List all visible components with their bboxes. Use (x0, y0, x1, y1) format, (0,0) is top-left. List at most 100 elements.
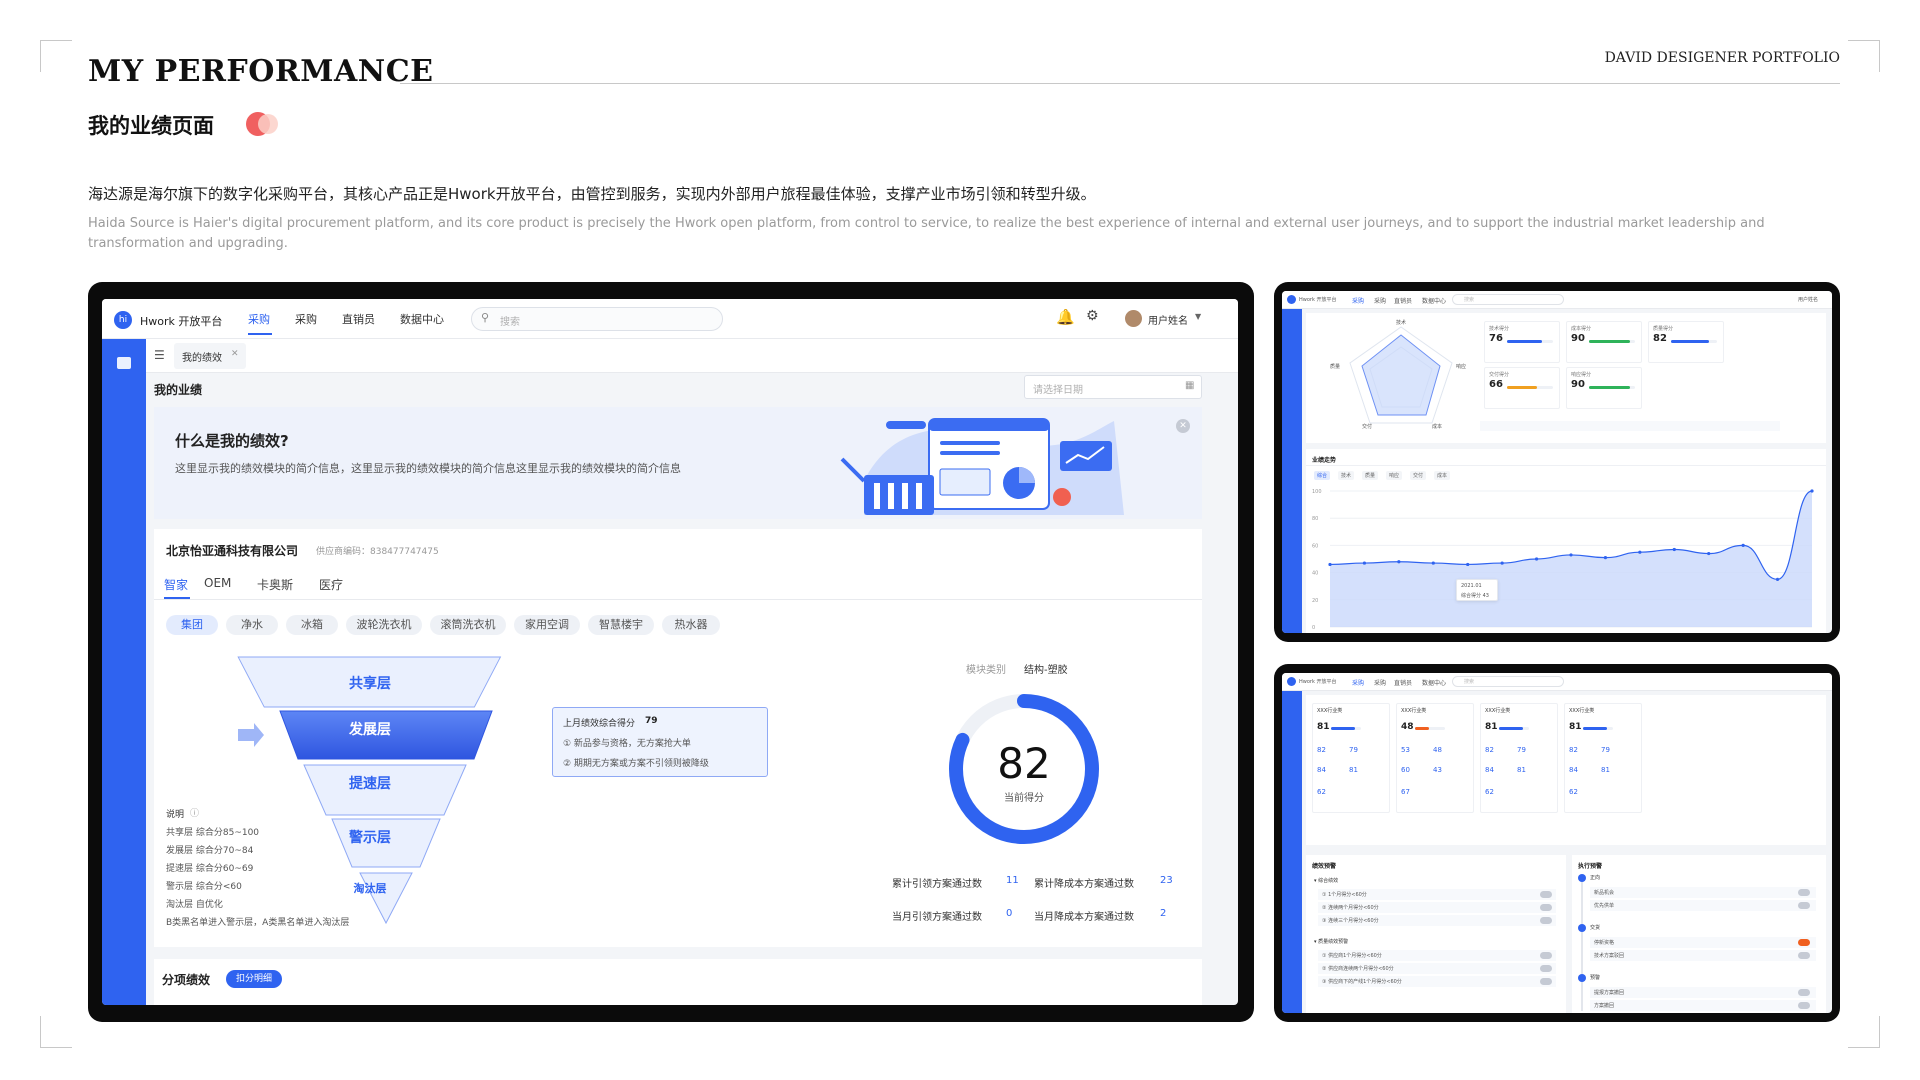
user-name[interactable]: 用户姓名 (1148, 312, 1188, 327)
row-toggle[interactable] (1540, 891, 1552, 898)
stat-value[interactable]: 2 (1160, 908, 1166, 919)
score-card-label: 交付得分 (1489, 372, 1510, 378)
biz-tab-cosmoplat[interactable]: 卡奥斯 (257, 576, 293, 593)
industry-card-title: XXX行业类 (1485, 708, 1511, 714)
trend-tab[interactable]: 成本 (1434, 471, 1451, 480)
trend-point[interactable] (1638, 550, 1642, 554)
search-input[interactable]: ⚲ 搜索 (471, 307, 723, 331)
close-icon[interactable]: ✕ (231, 349, 239, 359)
trend-tab[interactable]: 综合 (1314, 471, 1331, 480)
biz-tab-oem[interactable]: OEM (204, 576, 231, 590)
score-fill (1589, 386, 1631, 389)
chevron-down-icon[interactable]: ▼ (1195, 312, 1201, 321)
trend-point[interactable] (1362, 561, 1367, 565)
row-toggle[interactable] (1798, 1002, 1810, 1009)
industry-card[interactable]: XXX行业类 81 82 79 84 81 62 (1564, 703, 1642, 813)
trend-point[interactable] (1500, 561, 1504, 565)
trend-point[interactable] (1466, 562, 1470, 567)
industry-card[interactable]: XXX行业类 81 82 79 84 81 62 (1480, 703, 1558, 813)
chip-ac[interactable]: 家用空调 (514, 615, 580, 635)
chip-group[interactable]: 集团 (166, 615, 218, 635)
sidebar-doc-icon[interactable] (117, 357, 131, 369)
close-banner-icon[interactable]: ✕ (1176, 419, 1190, 433)
industry-sub-value: 62 (1485, 788, 1494, 796)
trend-point[interactable] (1431, 561, 1435, 565)
nav-item[interactable]: 采购 (1352, 296, 1364, 305)
warning-row-label: ③ 供应商下的产线1个月得分<60分 (1322, 979, 1402, 985)
nav-item[interactable]: 采购 (1352, 678, 1364, 687)
avatar[interactable] (1125, 310, 1142, 327)
industry-card[interactable]: XXX行业类 81 82 79 84 81 62 (1312, 703, 1390, 813)
trend-tab[interactable]: 交付 (1410, 471, 1427, 480)
tooltip-title: 上月绩效综合得分 (563, 719, 636, 729)
trend-point[interactable] (1569, 553, 1573, 557)
row-toggle[interactable] (1798, 889, 1810, 896)
warning-row: ① 供应商1个月得分<60分 (1318, 950, 1556, 961)
trend-point[interactable] (1397, 560, 1401, 564)
chip-water[interactable]: 净水 (226, 615, 278, 635)
industry-sub-value: 79 (1517, 746, 1526, 754)
industry-card[interactable]: XXX行业类 48 53 48 60 43 67 (1396, 703, 1474, 813)
user-name[interactable]: 用户姓名 (1798, 296, 1818, 303)
nav-item[interactable]: 直销员 (1394, 678, 1412, 687)
trend-point[interactable] (1672, 547, 1676, 552)
trend-point[interactable] (1603, 556, 1608, 560)
trend-point[interactable] (1810, 489, 1814, 493)
industry-sub-value: 48 (1433, 746, 1442, 754)
trend-point[interactable] (1707, 551, 1711, 556)
legend-line: B类黑名单进入警示层，A类黑名单进入淘汰层 (166, 918, 350, 928)
row-toggle[interactable] (1540, 965, 1552, 972)
nav-item[interactable]: 采购 (1374, 296, 1386, 305)
trend-point[interactable] (1741, 543, 1745, 547)
row-toggle[interactable] (1798, 989, 1810, 996)
nav-item[interactable]: 数据中心 (1422, 678, 1446, 687)
tab-my-performance[interactable]: 我的绩效 ✕ (174, 343, 246, 369)
chip-building[interactable]: 智慧楼宇 (588, 615, 654, 635)
list-menu-icon[interactable]: ☰ (154, 348, 165, 362)
chip-fridge[interactable]: 冰箱 (286, 615, 338, 635)
chip-heater[interactable]: 热水器 (662, 615, 720, 635)
chip-washer[interactable]: 波轮洗衣机 (346, 615, 422, 635)
deduction-detail-button[interactable]: 扣分明细 (226, 970, 282, 988)
nav-item[interactable]: 数据中心 (1422, 296, 1446, 305)
trend-point[interactable] (1534, 557, 1539, 561)
biz-tab-zhijia[interactable]: 智家 (164, 576, 188, 593)
trend-point[interactable] (1328, 562, 1332, 567)
score-fill (1331, 727, 1356, 730)
biz-tab-medical[interactable]: 医疗 (319, 576, 343, 593)
row-toggle[interactable] (1540, 917, 1552, 924)
funnel-layer-share: 共享层 (349, 676, 391, 692)
score-fill (1507, 340, 1542, 343)
row-toggle[interactable] (1798, 952, 1810, 959)
warning-row-label: ③ 连续三个月得分<60分 (1322, 918, 1379, 924)
chip-drum-washer[interactable]: 滚筒洗衣机 (430, 615, 506, 635)
score-card[interactable]: 响应得分 90 (1566, 367, 1642, 409)
row-toggle[interactable] (1798, 902, 1810, 909)
nav-item-purchase-active[interactable]: 采购 (248, 311, 270, 327)
nav-item[interactable]: 直销员 (1394, 296, 1412, 305)
row-toggle[interactable] (1540, 978, 1552, 985)
score-card[interactable]: 成本得分 90 (1566, 321, 1642, 363)
score-card[interactable]: 质量得分 82 (1648, 321, 1724, 363)
nav-item[interactable]: 采购 (1374, 678, 1386, 687)
trend-point[interactable] (1775, 577, 1780, 581)
trend-tab[interactable]: 技术 (1338, 471, 1355, 480)
row-toggle[interactable] (1798, 939, 1810, 946)
bell-icon[interactable]: 🔔 (1056, 308, 1075, 326)
date-picker[interactable]: 请选择日期 ▦ (1024, 375, 1202, 399)
accent-dots (246, 112, 286, 136)
row-toggle[interactable] (1540, 904, 1552, 911)
stat-value[interactable]: 11 (1006, 875, 1019, 886)
nav-item-data-center[interactable]: 数据中心 (400, 311, 444, 327)
trend-tab[interactable]: 响应 (1386, 471, 1403, 480)
stat-value[interactable]: 0 (1006, 908, 1012, 919)
score-card[interactable]: 技术得分 76 (1484, 321, 1560, 363)
nav-item-sales[interactable]: 直销员 (342, 311, 375, 327)
trend-tab[interactable]: 质量 (1362, 471, 1379, 480)
execution-row: 技术方案驳回 (1590, 950, 1816, 961)
stat-value[interactable]: 23 (1160, 875, 1173, 886)
row-toggle[interactable] (1540, 952, 1552, 959)
nav-item-purchase[interactable]: 采购 (295, 311, 317, 327)
message-icon[interactable]: ⚙ (1086, 308, 1099, 324)
score-card[interactable]: 交付得分 66 (1484, 367, 1560, 409)
